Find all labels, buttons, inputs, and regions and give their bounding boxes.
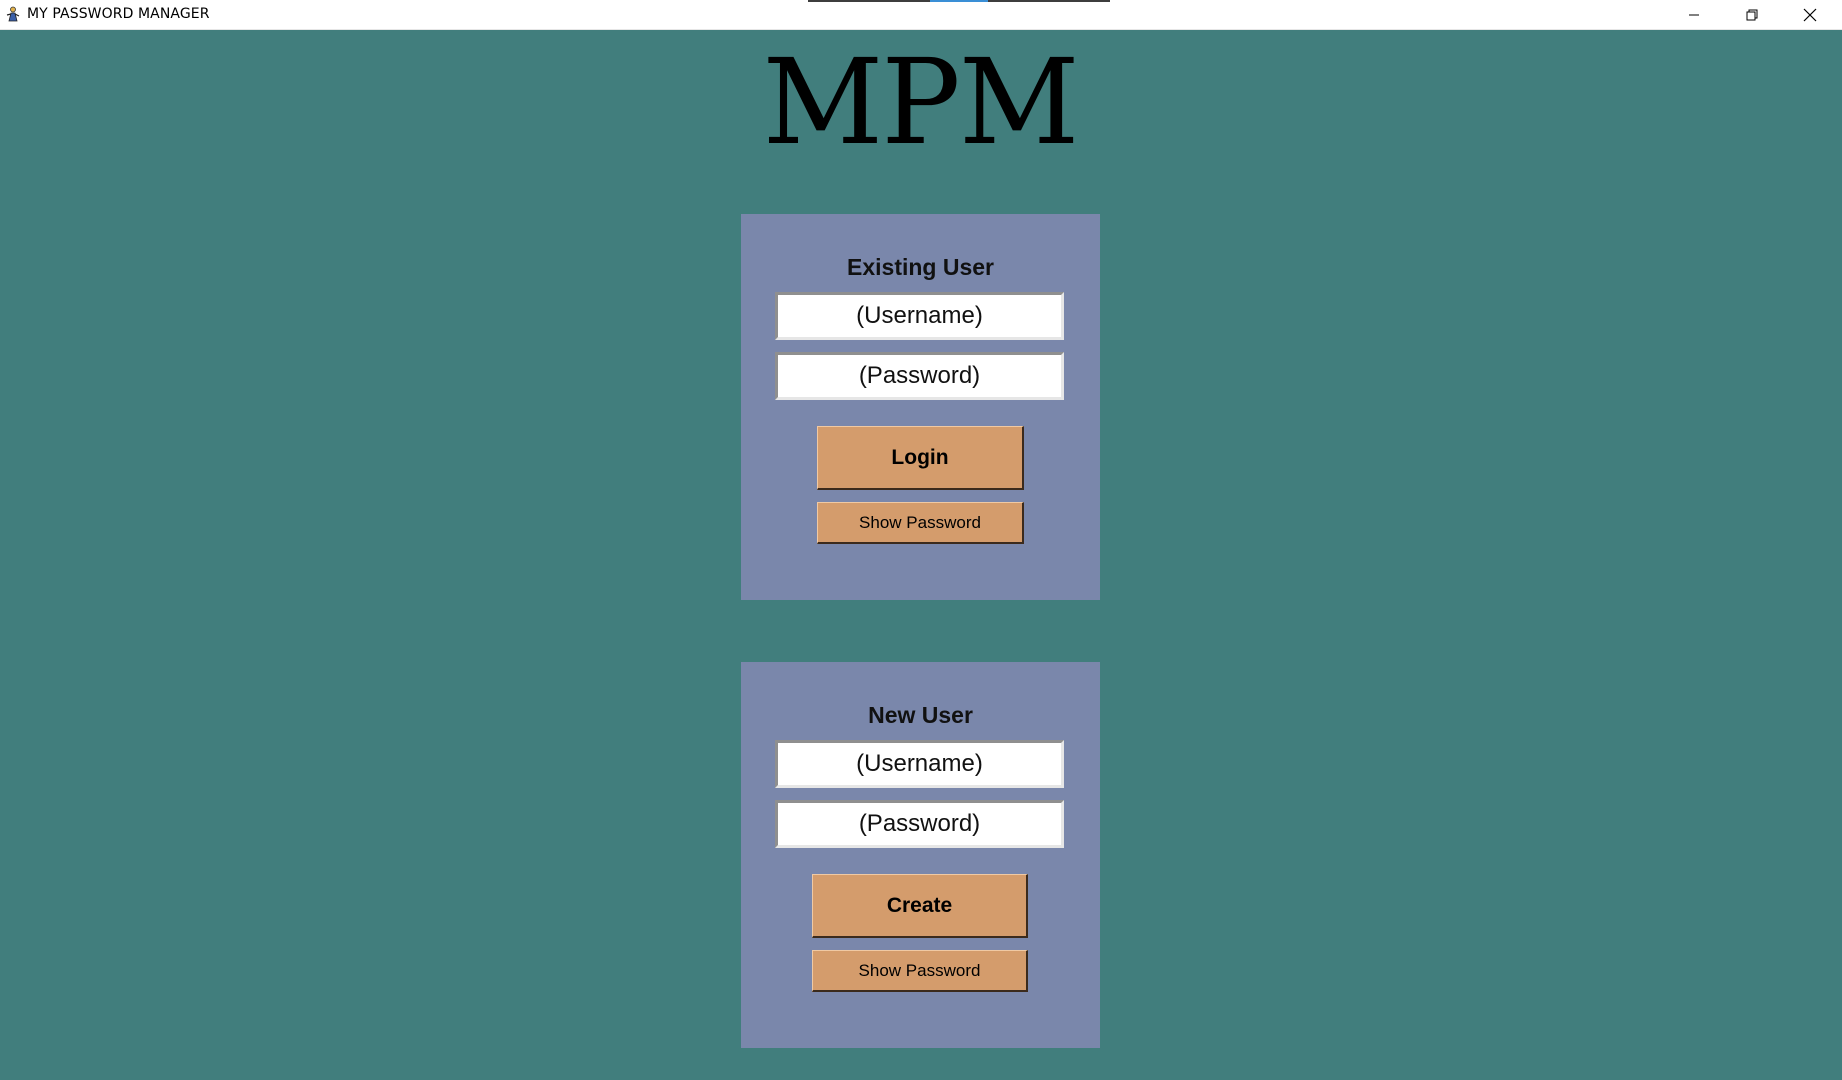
restore-button[interactable]: [1723, 0, 1781, 29]
existing-password-input[interactable]: [775, 352, 1064, 400]
new-password-input[interactable]: [775, 800, 1064, 848]
create-button[interactable]: Create: [812, 874, 1028, 938]
login-button[interactable]: Login: [817, 426, 1024, 490]
app-logo: MPM: [762, 33, 1079, 171]
new-user-heading: New User: [868, 702, 973, 728]
close-icon: [1803, 8, 1817, 22]
app-icon: [5, 6, 21, 22]
title-bar-accent: [808, 0, 930, 2]
existing-username-input[interactable]: [775, 292, 1064, 340]
new-user-panel: New User Create Show Password: [741, 662, 1100, 1048]
close-button[interactable]: [1781, 0, 1839, 29]
minimize-button[interactable]: [1665, 0, 1723, 29]
existing-show-password-button[interactable]: Show Password: [817, 502, 1024, 544]
window-title: MY PASSWORD MANAGER: [27, 6, 210, 22]
title-bar-accent: [988, 0, 1110, 2]
existing-user-heading: Existing User: [847, 254, 994, 280]
new-username-input[interactable]: [775, 740, 1064, 788]
existing-user-panel: Existing User Login Show Password: [741, 214, 1100, 600]
title-bar[interactable]: MY PASSWORD MANAGER: [0, 0, 1842, 30]
minimize-icon: [1688, 9, 1700, 21]
title-bar-accent-active: [930, 0, 988, 2]
app-window: MY PASSWORD MANAGER MPM Existing User (U…: [0, 0, 1842, 1080]
restore-icon: [1746, 9, 1758, 21]
new-show-password-button[interactable]: Show Password: [812, 950, 1028, 992]
